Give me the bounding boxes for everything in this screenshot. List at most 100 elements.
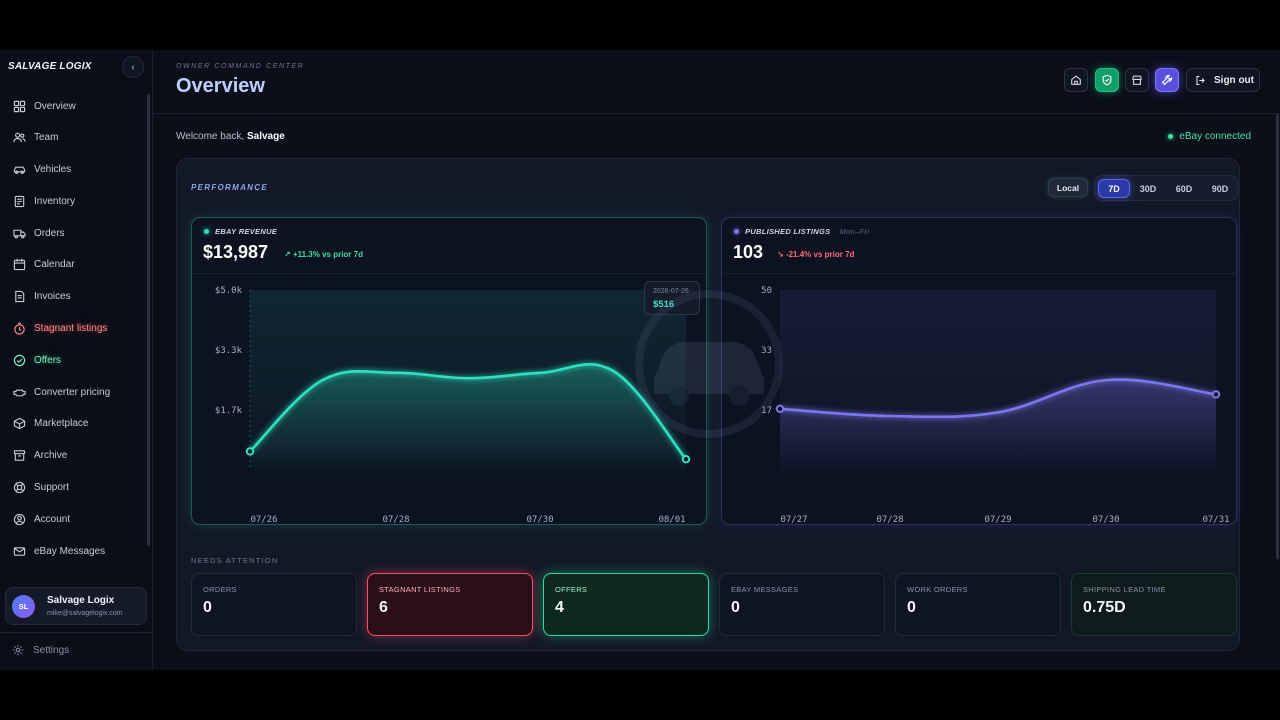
- sidebar-item-label: Overview: [34, 100, 76, 112]
- sidebar-scrollbar[interactable]: [147, 94, 150, 546]
- settings-link[interactable]: Settings: [12, 644, 69, 656]
- avatar: SL: [12, 595, 35, 618]
- stat-offers[interactable]: OFFERS 4: [543, 573, 709, 636]
- ebay-status-badge: eBay connected: [1168, 131, 1251, 142]
- sidebar-item-account[interactable]: Account: [4, 505, 142, 533]
- sidebar-item-label: Archive: [34, 450, 68, 462]
- welcome-name: Salvage: [246, 131, 285, 142]
- page-title: Overview: [176, 75, 265, 97]
- x-tick-label: 07/28: [382, 515, 409, 525]
- sidebar-item-label: Support: [34, 482, 70, 494]
- user-card[interactable]: SL Salvage Logix mike@salvagelogix.com: [5, 587, 147, 625]
- sidebar-item-label: Vehicles: [34, 164, 72, 176]
- sidebar-item-label: Converter pricing: [34, 386, 111, 398]
- main-content: OWNER COMMAND CENTER Overview Sign out W…: [153, 50, 1280, 670]
- shield-check-icon: [1102, 74, 1112, 86]
- sign-out-button[interactable]: Sign out: [1186, 68, 1260, 92]
- sidebar-item-ebay-messages[interactable]: eBay Messages: [4, 537, 142, 565]
- chevron-left-icon: ‹: [131, 61, 135, 73]
- sidebar-divider: [0, 632, 153, 633]
- stat-shipping-lead-time[interactable]: SHIPPING LEAD TIME 0.75D: [1071, 573, 1237, 636]
- stat-label: SHIPPING LEAD TIME: [1083, 585, 1166, 594]
- stat-value: 0: [907, 599, 916, 616]
- sign-out-label: Sign out: [1214, 74, 1254, 86]
- sidebar-item-calendar[interactable]: Calendar: [4, 251, 142, 279]
- tools-button[interactable]: [1155, 68, 1179, 92]
- stat-ebay-messages[interactable]: EBAY MESSAGES 0: [719, 573, 885, 636]
- stat-value: 0: [731, 599, 740, 616]
- x-tick-label: 07/27: [780, 515, 807, 525]
- x-tick-label: 07/30: [1092, 515, 1119, 525]
- page-eyebrow: OWNER COMMAND CENTER: [176, 63, 305, 70]
- settings-label: Settings: [33, 644, 70, 656]
- range-60d-button[interactable]: 60D: [1168, 179, 1200, 198]
- sidebar-item-vehicles[interactable]: Vehicles: [4, 156, 142, 184]
- y-tick-label: $3.3k: [215, 346, 243, 356]
- user-email: mike@salvagelogix.com: [47, 610, 123, 617]
- check-circle-icon: [12, 353, 26, 367]
- sidebar-item-stagnant-listings[interactable]: Stagnant listings: [4, 315, 142, 343]
- sidebar-item-support[interactable]: Support: [4, 474, 142, 502]
- calendar-icon: [12, 258, 26, 272]
- stat-stagnant-listings[interactable]: STAGNANT LISTINGS 6: [367, 573, 533, 636]
- y-tick-label: $5.0k: [215, 286, 243, 296]
- car-watermark-icon: [635, 290, 783, 438]
- sidebar-item-orders[interactable]: Orders: [4, 219, 142, 247]
- sidebar-item-label: Orders: [34, 227, 65, 239]
- needs-attention-label: NEEDS ATTENTION: [191, 556, 279, 565]
- stat-orders[interactable]: ORDERS 0: [191, 573, 357, 636]
- sidebar: SALVAGE LOGIX ‹ Overview Team Vehicles I…: [0, 50, 153, 670]
- sidebar-item-label: Account: [34, 513, 71, 525]
- store-button[interactable]: [1125, 68, 1149, 92]
- user-name: Salvage Logix: [47, 595, 115, 606]
- collapse-sidebar-button[interactable]: ‹: [122, 56, 144, 78]
- stat-value: 4: [555, 599, 564, 616]
- lifebuoy-icon: [12, 481, 26, 495]
- users-icon: [12, 131, 26, 145]
- stat-label: ORDERS: [203, 585, 237, 594]
- sidebar-item-team[interactable]: Team: [4, 124, 142, 152]
- stat-work-orders[interactable]: WORK ORDERS 0: [895, 573, 1061, 636]
- range-30d-button[interactable]: 30D: [1132, 179, 1164, 198]
- sidebar-item-converter-pricing[interactable]: Converter pricing: [4, 378, 142, 406]
- range-90d-button[interactable]: 90D: [1204, 179, 1236, 198]
- sidebar-item-overview[interactable]: Overview: [4, 92, 142, 120]
- stat-label: STAGNANT LISTINGS: [379, 585, 461, 594]
- brand-logo: SALVAGE LOGIX: [8, 61, 92, 72]
- x-tick-label: 08/01: [658, 515, 685, 525]
- mail-icon: [12, 544, 26, 558]
- sidebar-item-archive[interactable]: Archive: [4, 442, 142, 470]
- sidebar-item-label: Invoices: [34, 291, 71, 303]
- invoice-icon: [12, 290, 26, 304]
- performance-label: PERFORMANCE: [191, 183, 268, 192]
- home-icon: [1071, 75, 1081, 85]
- local-timezone-button[interactable]: Local: [1048, 178, 1088, 197]
- stat-value: 6: [379, 599, 388, 616]
- sidebar-item-inventory[interactable]: Inventory: [4, 187, 142, 215]
- home-button[interactable]: [1064, 68, 1088, 92]
- sidebar-item-label: Stagnant listings: [34, 323, 108, 335]
- range-7d-button[interactable]: 7D: [1098, 179, 1130, 198]
- sidebar-item-marketplace[interactable]: Marketplace: [4, 410, 142, 438]
- sidebar-nav: Overview Team Vehicles Inventory Orders …: [4, 92, 142, 569]
- ebay-status-label: eBay connected: [1179, 131, 1251, 142]
- sidebar-item-invoices[interactable]: Invoices: [4, 283, 142, 311]
- x-tick-label: 07/26: [250, 515, 277, 525]
- converter-icon: [12, 385, 26, 399]
- app-window: SALVAGE LOGIX ‹ Overview Team Vehicles I…: [0, 50, 1280, 670]
- sidebar-item-offers[interactable]: Offers: [4, 346, 142, 374]
- x-tick-label: 07/30: [526, 515, 553, 525]
- header-divider: [153, 113, 1280, 114]
- stat-label: OFFERS: [555, 585, 588, 594]
- status-dot-icon: [1168, 134, 1174, 139]
- sidebar-item-label: Team: [34, 132, 59, 144]
- security-button[interactable]: [1095, 68, 1119, 92]
- stat-label: WORK ORDERS: [907, 585, 968, 594]
- range-selector: 7D 30D 60D 90D: [1094, 175, 1238, 201]
- main-scrollbar[interactable]: [1276, 114, 1279, 559]
- wrench-icon: [1161, 74, 1173, 86]
- gear-icon: [12, 644, 24, 656]
- stat-value: 0.75D: [1083, 599, 1126, 616]
- archive-icon: [12, 449, 26, 463]
- account-icon: [12, 512, 26, 526]
